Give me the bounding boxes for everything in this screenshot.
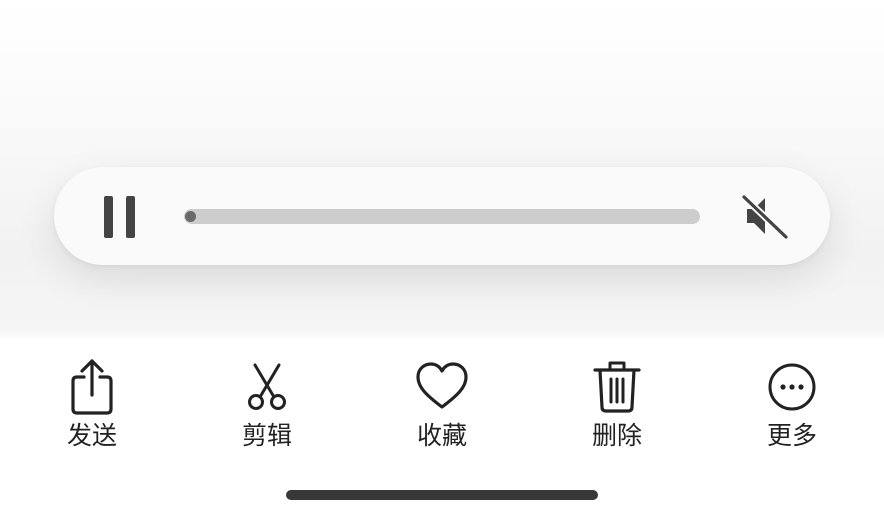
delete-label: 删除: [591, 421, 642, 450]
send-label: 发送: [66, 421, 117, 450]
heart-icon: [416, 362, 468, 409]
trash-icon: [593, 361, 641, 413]
home-indicator[interactable]: [286, 490, 598, 500]
delete-button[interactable]: 删除: [562, 355, 672, 465]
more-label: 更多: [766, 421, 817, 450]
speaker-muted-icon: [740, 193, 790, 241]
edit-button[interactable]: 剪辑: [212, 355, 322, 465]
playback-progress-slider[interactable]: [184, 209, 700, 224]
send-button[interactable]: 发送: [37, 355, 147, 465]
more-button[interactable]: 更多: [737, 355, 847, 465]
progress-knob[interactable]: [185, 211, 196, 222]
pause-button[interactable]: [96, 193, 146, 241]
edit-label: 剪辑: [241, 421, 292, 450]
more-icon: [768, 363, 816, 411]
action-toolbar: 发送 剪辑 收藏 删除 更多: [0, 355, 884, 465]
video-player-screen: 发送 剪辑 收藏 删除 更多: [0, 0, 884, 509]
pause-icon: [104, 196, 113, 238]
share-icon: [71, 359, 113, 415]
favorite-button[interactable]: 收藏: [387, 355, 497, 465]
favorite-label: 收藏: [416, 421, 467, 450]
scissors-icon: [248, 363, 286, 410]
mute-toggle-button[interactable]: [738, 191, 792, 243]
